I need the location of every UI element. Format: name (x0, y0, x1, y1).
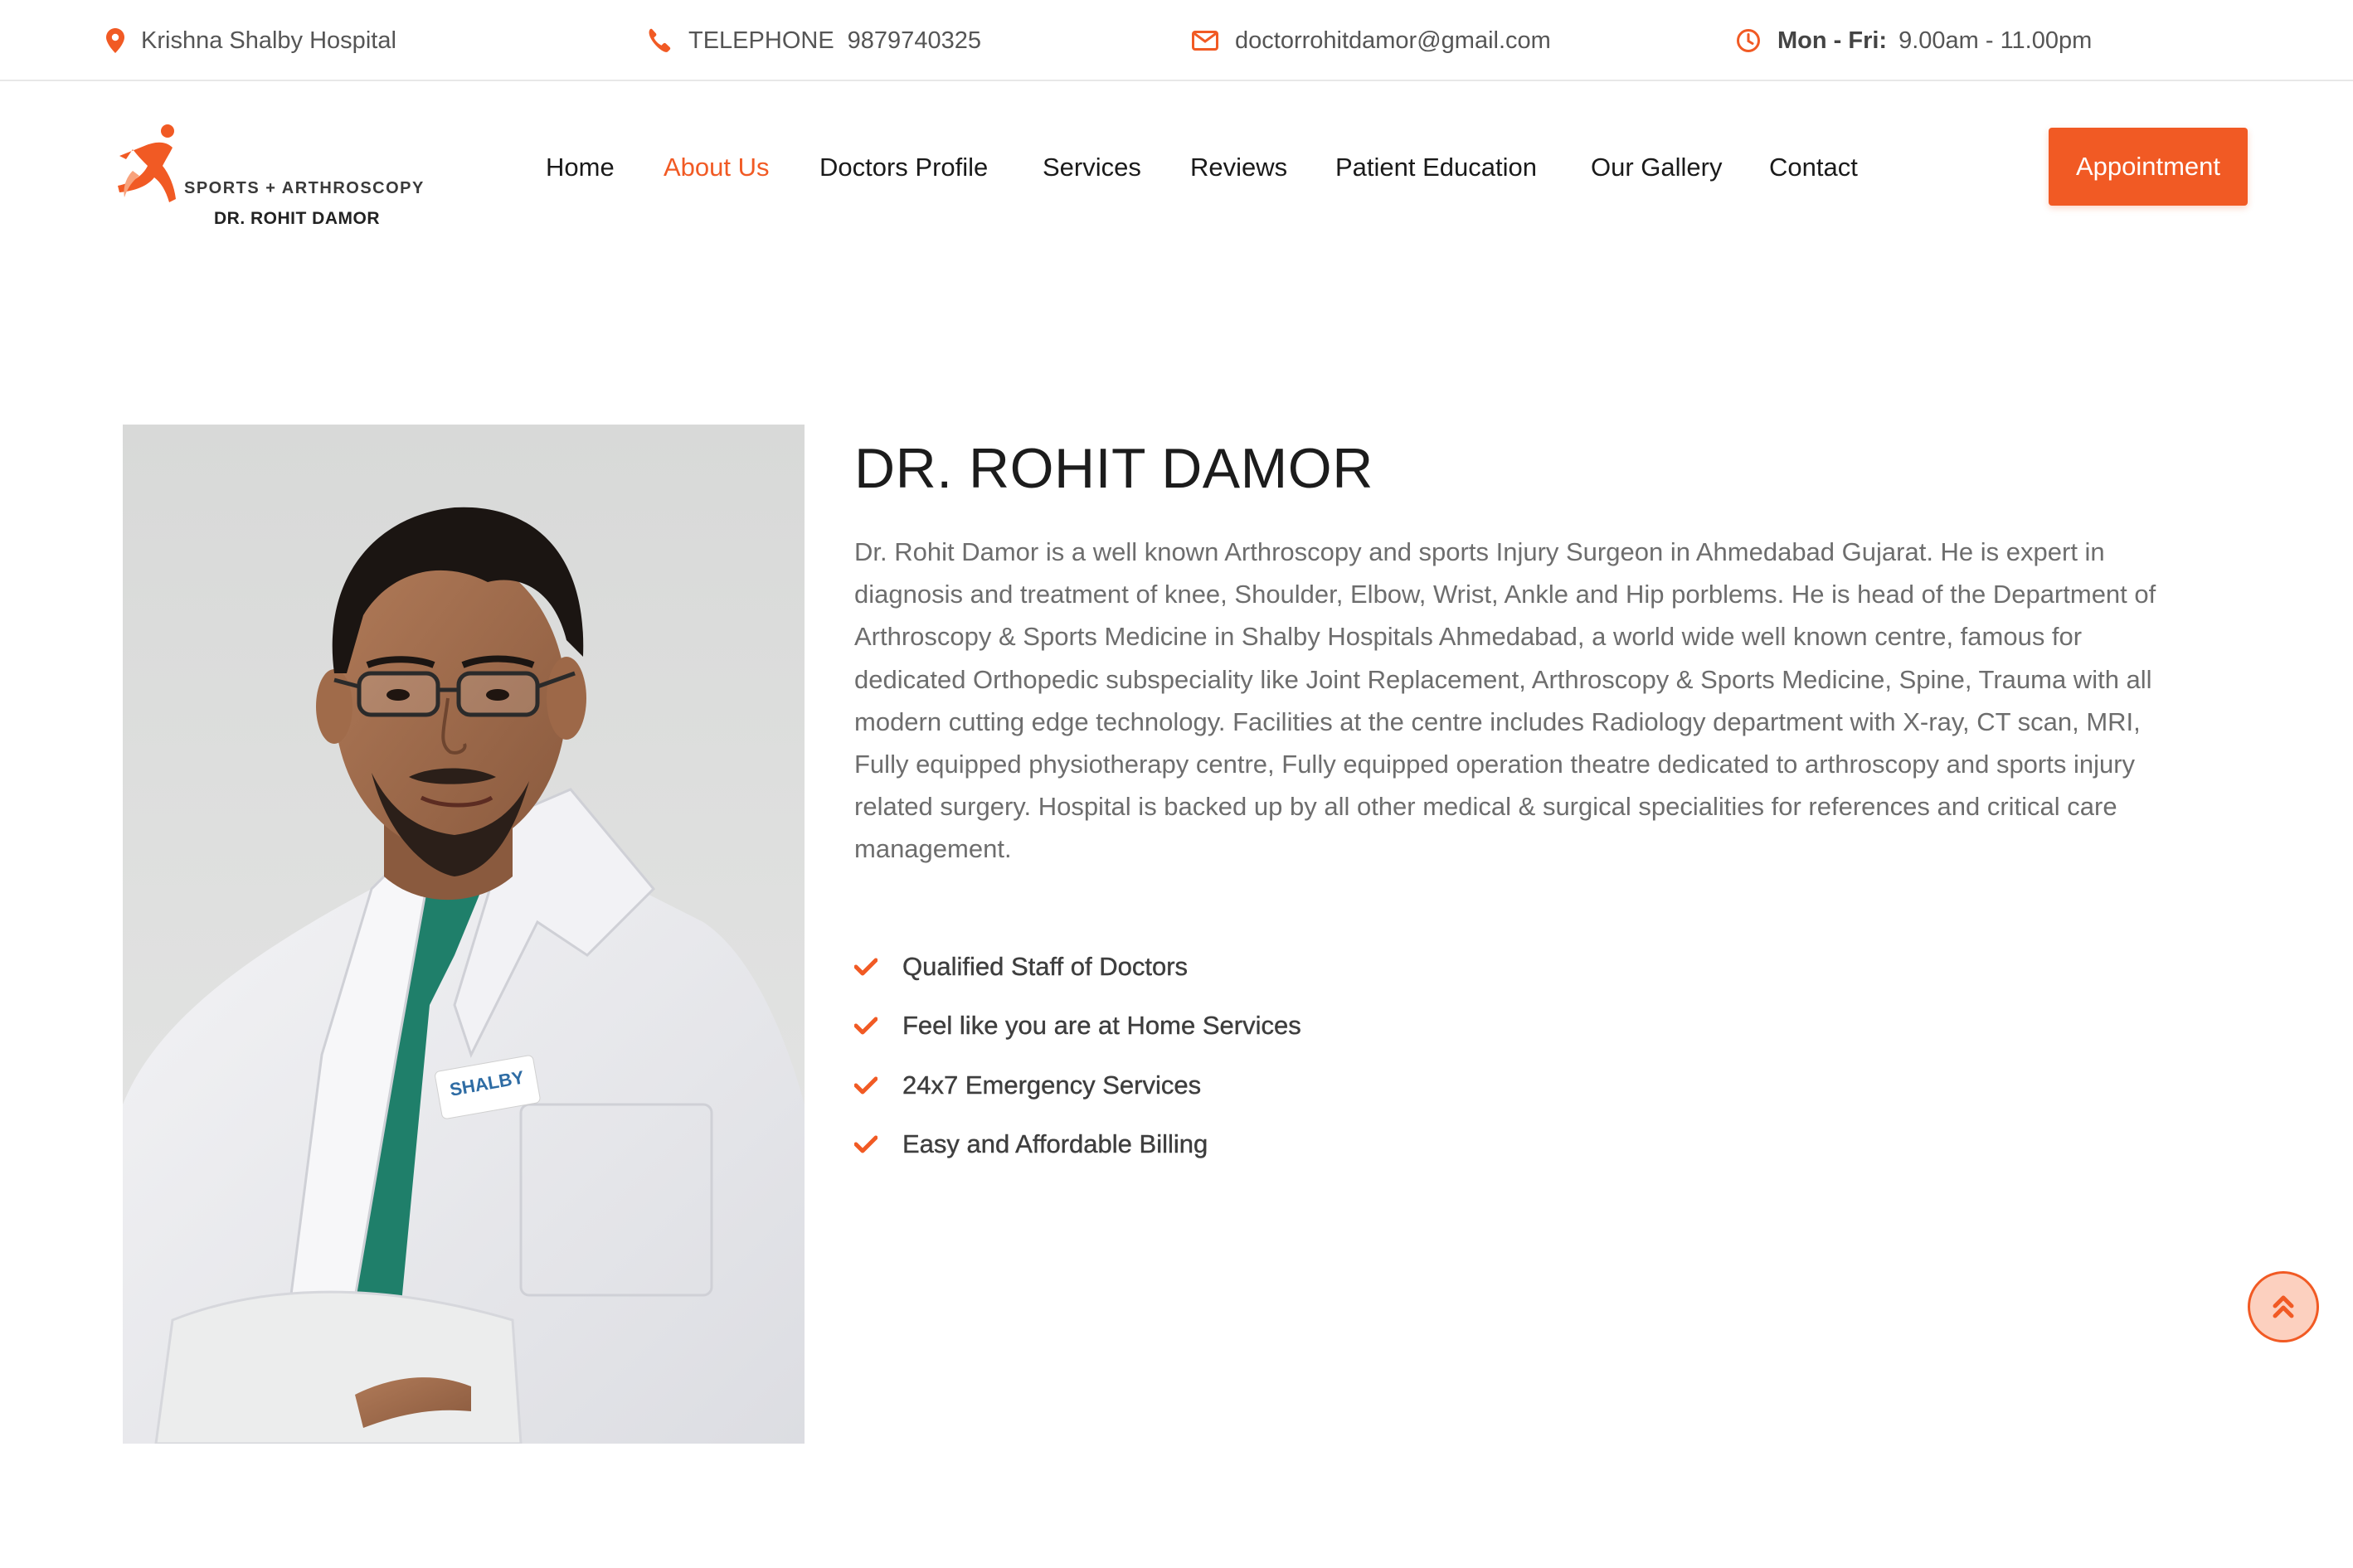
topbar-email[interactable]: doctorrohitdamor@gmail.com (1192, 0, 1551, 81)
check-icon (854, 1076, 878, 1095)
nav-reviews[interactable]: Reviews (1190, 151, 1287, 184)
email-link[interactable]: doctorrohitdamor@gmail.com (1235, 27, 1551, 55)
nav-contact[interactable]: Contact (1769, 151, 1858, 184)
feature-item: Easy and Affordable Billing (854, 1115, 1301, 1175)
nav-our-gallery[interactable]: Our Gallery (1591, 151, 1722, 184)
feature-item: Qualified Staff of Doctors (854, 937, 1301, 997)
envelope-icon (1192, 31, 1218, 51)
hours-days: Mon - Fri: (1777, 27, 1888, 54)
chevron-double-up-icon (2273, 1295, 2294, 1318)
check-icon (854, 958, 878, 976)
feature-text: Feel like you are at Home Services (902, 1011, 1301, 1041)
feature-item: Feel like you are at Home Services (854, 997, 1301, 1056)
phone-number[interactable]: 9879740325 (848, 27, 981, 55)
topbar-hours: Mon - Fri: 9.00am - 11.00pm (1736, 0, 2092, 81)
check-icon (854, 1017, 878, 1035)
logo-tagline: SPORTS + ARTHROSCOPY (184, 179, 425, 197)
logo-runner-icon (118, 124, 176, 202)
feature-list: Qualified Staff of Doctors Feel like you… (854, 937, 1301, 1174)
nav-doctors-profile[interactable]: Doctors Profile (819, 151, 988, 184)
feature-item: 24x7 Emergency Services (854, 1056, 1301, 1115)
doctor-name-heading: DR. ROHIT DAMOR (854, 437, 1373, 500)
nav-home[interactable]: Home (546, 151, 615, 184)
feature-text: Easy and Affordable Billing (902, 1129, 1208, 1159)
nav-about-us[interactable]: About Us (664, 151, 770, 184)
doctor-photo: SHALBY (123, 425, 805, 1444)
top-info-bar: Krishna Shalby Hospital TELEPHONE 987974… (0, 0, 2353, 81)
topbar-phone[interactable]: TELEPHONE 9879740325 (647, 0, 981, 81)
phone-icon (649, 28, 671, 52)
site-logo[interactable]: SPORTS + ARTHROSCOPY DR. ROHIT DAMOR (114, 123, 423, 228)
scroll-to-top-button[interactable] (2248, 1271, 2319, 1342)
nav-patient-education[interactable]: Patient Education (1335, 151, 1537, 184)
feature-text: 24x7 Emergency Services (902, 1070, 1202, 1100)
main-navbar: SPORTS + ARTHROSCOPY DR. ROHIT DAMOR Hom… (0, 83, 2353, 253)
topbar-location: Krishna Shalby Hospital (106, 0, 396, 81)
logo-doctor-name: DR. ROHIT DAMOR (214, 209, 380, 228)
clock-icon (1737, 29, 1760, 52)
map-pin-icon (106, 28, 124, 53)
hours-time: 9.00am - 11.00pm (1898, 27, 2093, 54)
location-text: Krishna Shalby Hospital (141, 27, 396, 54)
doctor-bio: Dr. Rohit Damor is a well known Arthrosc… (854, 537, 2156, 864)
doctor-portrait-illustration: SHALBY (123, 507, 805, 1444)
nav-services[interactable]: Services (1043, 151, 1141, 184)
feature-text: Qualified Staff of Doctors (902, 951, 1189, 981)
check-icon (854, 1135, 878, 1153)
appointment-button[interactable]: Appointment (2049, 128, 2248, 206)
phone-label: TELEPHONE (688, 27, 834, 54)
